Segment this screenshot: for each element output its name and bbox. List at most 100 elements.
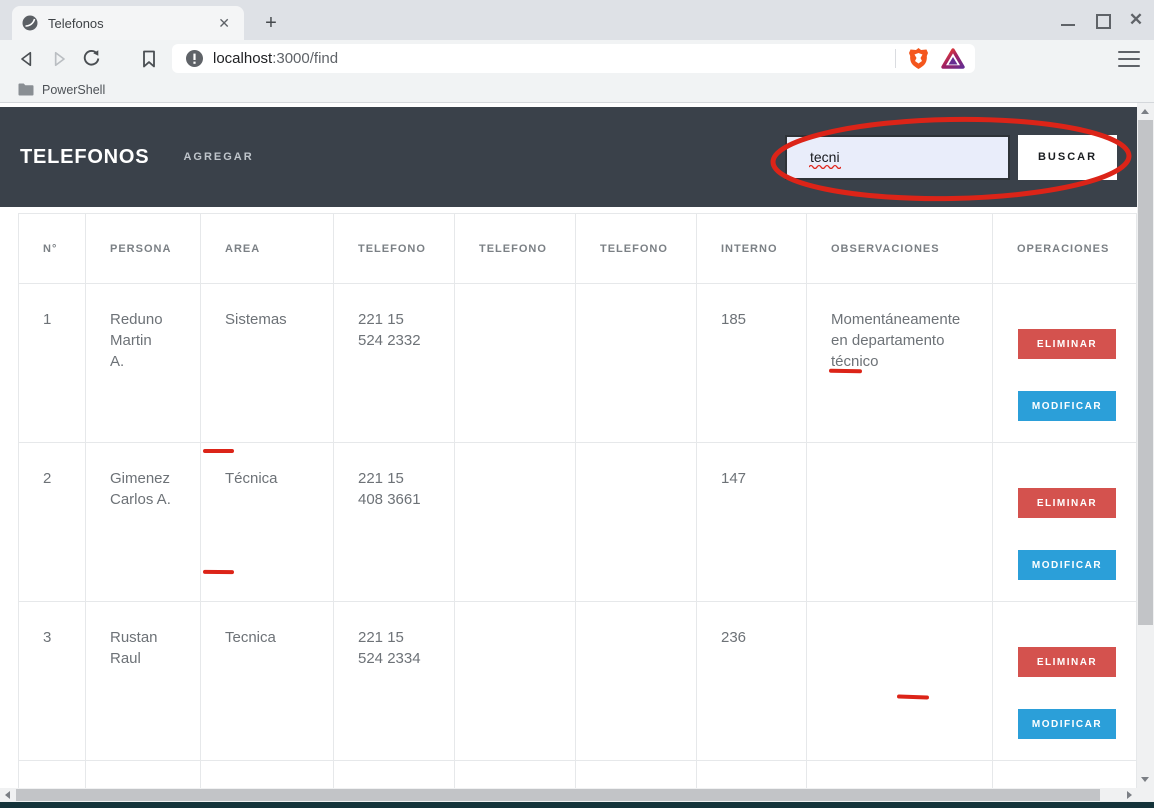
scroll-left-icon[interactable]	[5, 791, 10, 799]
cell-area: Técnica	[201, 443, 334, 602]
browser-titlebar: Telefonos ✕ + ✕	[0, 0, 1154, 40]
brave-shield-icon[interactable]	[908, 47, 929, 70]
table-header-row: N° PERSONA AREA TELEFONO TELEFONO TELEFO…	[19, 214, 1137, 284]
address-bar[interactable]: localhost:3000/find	[172, 44, 975, 73]
cell-n: 4	[19, 761, 86, 789]
cell-observaciones	[807, 602, 993, 761]
globe-favicon-icon	[22, 15, 38, 31]
phones-table: N° PERSONA AREA TELEFONO TELEFONO TELEFO…	[18, 213, 1137, 788]
header-n: N°	[19, 214, 86, 284]
header-telefono-1: TELEFONO	[334, 214, 455, 284]
cell-interno: 147	[697, 443, 807, 602]
bookmarks-bar: PowerShell	[0, 77, 1154, 103]
header-persona: PERSONA	[86, 214, 201, 284]
folder-icon	[18, 83, 34, 96]
table-row: 2 Gimenez Carlos A. Técnica 221 15 408 3…	[19, 443, 1137, 602]
vertical-scroll-thumb[interactable]	[1138, 120, 1153, 625]
vertical-scrollbar[interactable]	[1137, 103, 1154, 788]
header-telefono-2: TELEFONO	[455, 214, 576, 284]
tab-title: Telefonos	[48, 16, 214, 31]
header-interno: INTERNO	[697, 214, 807, 284]
header-telefono-3: TELEFONO	[576, 214, 697, 284]
horizontal-scroll-thumb[interactable]	[16, 789, 1100, 801]
maximize-icon[interactable]	[1092, 10, 1112, 30]
cell-telefono-1: 221 15 408 3661	[334, 443, 455, 602]
browser-toolbar: localhost:3000/find	[0, 40, 1154, 77]
table-row: 1 Reduno Martin A. Sistemas 221 15 524 2…	[19, 284, 1137, 443]
nav-link-agregar[interactable]: AGREGAR	[183, 151, 253, 163]
address-bar-divider	[895, 49, 896, 68]
browser-tab[interactable]: Telefonos ✕	[12, 6, 244, 40]
forward-arrow-icon	[49, 49, 69, 69]
search-input[interactable]	[785, 135, 1010, 180]
cell-observaciones: Momentáneamente en departamento técnico	[807, 284, 993, 443]
tab-close-icon[interactable]: ✕	[214, 14, 234, 32]
cell-telefono-3	[576, 761, 697, 789]
cell-telefono-1: 221 15 524 2334	[334, 602, 455, 761]
buscar-button[interactable]: BUSCAR	[1018, 135, 1117, 180]
bookmark-this-button[interactable]	[134, 44, 164, 74]
cell-area: Tecnica	[201, 602, 334, 761]
cell-telefono-2	[455, 443, 576, 602]
reload-button[interactable]	[76, 44, 106, 74]
eliminar-button[interactable]: ELIMINAR	[1018, 647, 1116, 677]
window-bottom-edge	[0, 802, 1154, 808]
bookmark-label: PowerShell	[42, 83, 105, 97]
cell-operaciones: ELIMINAR MODIFICAR	[993, 443, 1137, 602]
spellcheck-squiggle-icon	[809, 164, 841, 169]
horizontal-scrollbar[interactable]	[0, 788, 1137, 802]
cell-telefono-1: 221 15 524 2336	[334, 761, 455, 789]
cell-persona: Rustan Raul	[86, 602, 201, 761]
modificar-button[interactable]: MODIFICAR	[1018, 550, 1116, 580]
scroll-right-icon[interactable]	[1127, 791, 1132, 799]
eliminar-button[interactable]: ELIMINAR	[1018, 329, 1116, 359]
eliminar-button[interactable]: ELIMINAR	[1018, 488, 1116, 518]
cell-persona: Gimenez Carlos A.	[86, 443, 201, 602]
cell-telefono-3	[576, 602, 697, 761]
modificar-button[interactable]: MODIFICAR	[1018, 709, 1116, 739]
url-text: localhost:3000/find	[213, 50, 338, 67]
cell-telefono-3	[576, 443, 697, 602]
back-arrow-icon	[17, 49, 37, 69]
window-controls: ✕	[1058, 6, 1146, 34]
modificar-button[interactable]: MODIFICAR	[1018, 391, 1116, 421]
search-area: BUSCAR	[785, 135, 1117, 180]
scroll-down-icon[interactable]	[1141, 777, 1149, 782]
cell-operaciones: ELIMINAR MODIFICAR	[993, 602, 1137, 761]
scrollbar-corner	[1137, 788, 1154, 802]
reload-icon	[82, 49, 101, 68]
cell-observaciones: En depto tecnico	[807, 761, 993, 789]
forward-button[interactable]	[44, 44, 74, 74]
bookmark-folder-powershell[interactable]: PowerShell	[18, 83, 105, 97]
cell-operaciones: ELIMINAR MODIFICAR	[993, 284, 1137, 443]
bat-triangle-icon[interactable]	[941, 48, 965, 69]
app-navbar: TELEFONOS AGREGAR BUSCAR	[0, 107, 1137, 207]
page-title: TELEFONOS	[20, 146, 149, 169]
cell-area: Electricidad	[201, 761, 334, 789]
address-bar-extensions	[895, 47, 965, 70]
table-row: 4 Benito Raúl Electricidad 221 15 524 23…	[19, 761, 1137, 789]
cell-telefono-1: 221 15 524 2332	[334, 284, 455, 443]
cell-persona: Benito Raúl	[86, 761, 201, 789]
new-tab-button[interactable]: +	[258, 10, 284, 36]
header-observaciones: OBSERVACIONES	[807, 214, 993, 284]
cell-area: Sistemas	[201, 284, 334, 443]
bookmark-icon	[141, 50, 157, 68]
page-viewport: TELEFONOS AGREGAR BUSCAR N°	[0, 103, 1137, 788]
scroll-up-icon[interactable]	[1141, 109, 1149, 114]
cell-n: 2	[19, 443, 86, 602]
close-window-icon[interactable]: ✕	[1126, 10, 1146, 30]
minimize-icon[interactable]	[1058, 10, 1078, 30]
cell-n: 3	[19, 602, 86, 761]
cell-telefono-2	[455, 602, 576, 761]
url-host: localhost	[213, 50, 272, 67]
hamburger-icon[interactable]	[1118, 51, 1140, 67]
search-box	[785, 135, 1010, 180]
site-info-icon[interactable]	[186, 50, 203, 67]
browser-window: Telefonos ✕ + ✕	[0, 0, 1154, 808]
cell-interno: 236	[697, 602, 807, 761]
back-button[interactable]	[12, 44, 42, 74]
cell-telefono-2	[455, 761, 576, 789]
table-row: 3 Rustan Raul Tecnica 221 15 524 2334 23…	[19, 602, 1137, 761]
url-path: :3000/find	[272, 50, 338, 67]
